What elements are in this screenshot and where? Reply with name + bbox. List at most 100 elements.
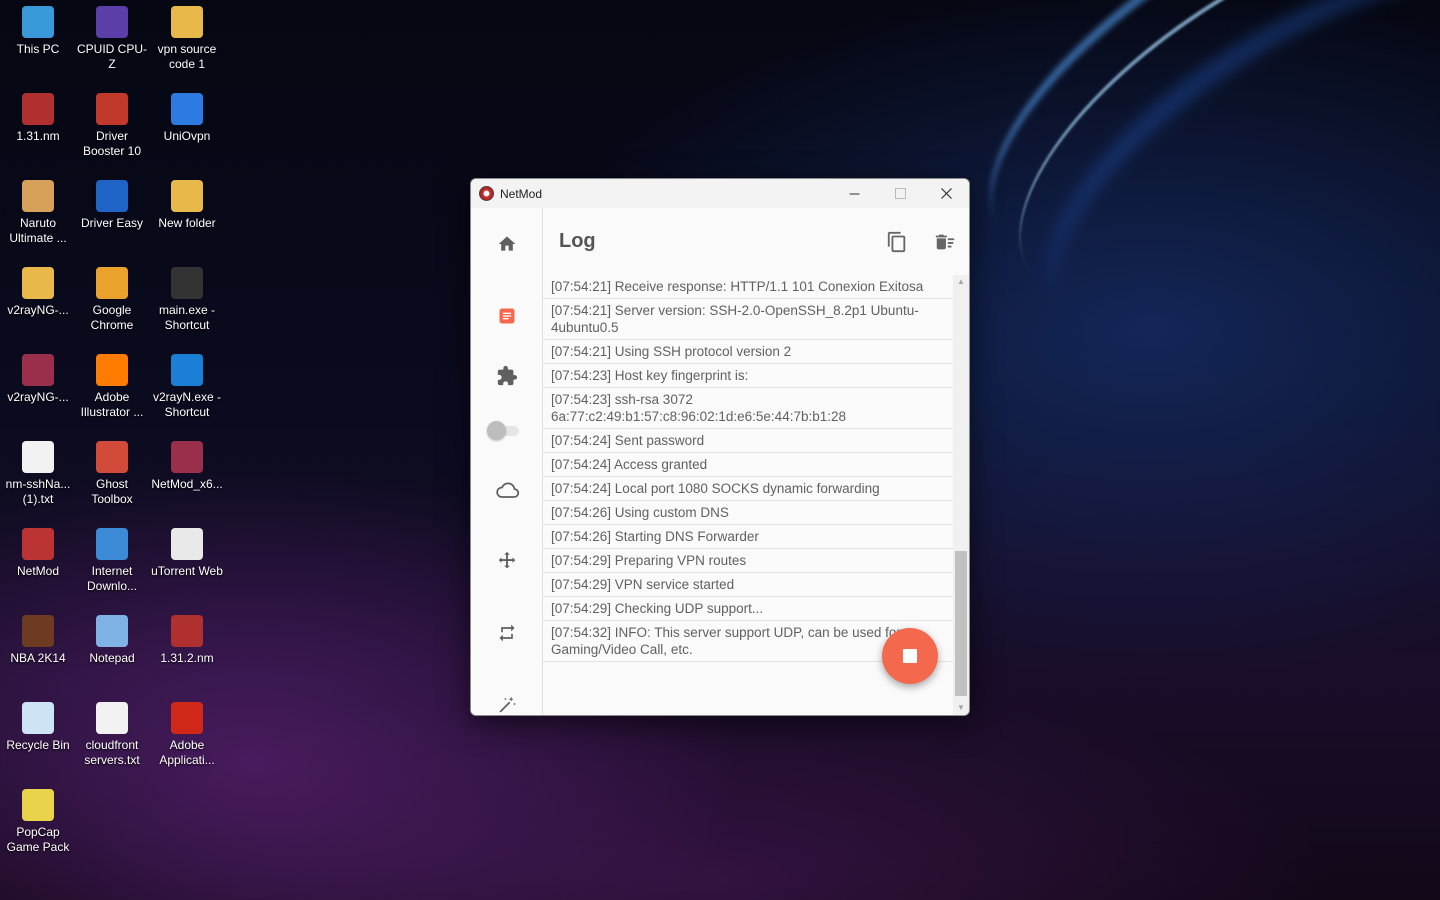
desktop-icon-label: NBA 2K14	[10, 651, 66, 665]
log-entry: [07:54:23] ssh-rsa 3072 6a:77:c2:49:b1:5…	[543, 388, 953, 429]
nav-log[interactable]	[471, 298, 543, 334]
desktop-icon-label: Naruto Ultimate ...	[9, 216, 67, 245]
archive-icon	[171, 441, 203, 473]
desktop-icon-label: Ghost Toolbox	[91, 477, 133, 506]
desktop-icon-label: PopCap Game Pack	[6, 825, 70, 854]
cpu-z-icon	[96, 6, 128, 38]
desktop-icon[interactable]: Google Chrome	[74, 261, 150, 341]
nav-move[interactable]	[471, 543, 543, 579]
desktop-icon[interactable]: vpn source code 1	[149, 0, 225, 80]
desktop-icon[interactable]: Adobe Applicati...	[149, 696, 225, 776]
copy-icon	[887, 231, 906, 252]
minimize-button[interactable]	[831, 179, 877, 208]
adobe-icon	[171, 702, 203, 734]
desktop-icon-label: Adobe Applicati...	[159, 738, 215, 767]
v2rayn-icon	[171, 354, 203, 386]
popcap-icon	[22, 789, 54, 821]
desktop-icon[interactable]: v2rayNG-...	[0, 348, 76, 428]
desktop-icon[interactable]: Driver Easy	[74, 174, 150, 254]
desktop-icon-label: vpn source code 1	[157, 42, 217, 71]
netmod-app-icon	[479, 186, 494, 201]
notepad-icon	[96, 615, 128, 647]
desktop-icon[interactable]: PopCap Game Pack	[0, 783, 76, 863]
desktop-icon[interactable]: NetMod_x6...	[149, 435, 225, 515]
page-header: Log	[543, 208, 969, 275]
close-icon	[940, 188, 952, 199]
scrollbar-thumb[interactable]	[955, 551, 967, 696]
desktop-icon[interactable]: Internet Downlo...	[74, 522, 150, 602]
log-entry: [07:54:29] Preparing VPN routes	[543, 549, 953, 573]
maximize-icon	[894, 188, 906, 199]
netmod-config-icon	[22, 93, 54, 125]
desktop-icon[interactable]: NetMod	[0, 522, 76, 602]
scroll-down-icon[interactable]: ▼	[953, 701, 969, 715]
desktop-icon[interactable]: CPUID CPU-Z	[74, 0, 150, 80]
desktop-icon-label: This PC	[16, 42, 60, 56]
desktop-icon[interactable]: cloudfront servers.txt	[74, 696, 150, 776]
recycle-bin-icon	[22, 702, 54, 734]
vpn-toggle[interactable]	[487, 421, 521, 440]
nav-extension[interactable]	[471, 358, 543, 394]
desktop-icon-label: NetMod	[16, 564, 60, 578]
desktop-icon[interactable]: 1.31.2.nm	[149, 609, 225, 689]
naruto-game-icon	[22, 180, 54, 212]
desktop-icon[interactable]: New folder	[149, 174, 225, 254]
wallpaper-streak	[930, 0, 1440, 341]
desktop-icon[interactable]: Naruto Ultimate ...	[0, 174, 76, 254]
desktop-icon-label: uTorrent Web	[151, 564, 223, 578]
desktop-icon[interactable]: Adobe Illustrator ...	[74, 348, 150, 428]
wallpaper-streak	[960, 0, 1440, 381]
copy-log-button[interactable]	[873, 218, 921, 266]
idm-icon	[96, 528, 128, 560]
desktop-icon[interactable]: This PC	[0, 0, 76, 80]
desktop-icon-label: NetMod_x6...	[151, 477, 223, 491]
repeat-icon	[499, 624, 515, 642]
close-button[interactable]	[923, 179, 969, 208]
computer-icon	[22, 6, 54, 38]
text-file-icon	[96, 702, 128, 734]
nav-magic[interactable]	[471, 687, 543, 715]
netmod-window: NetMod Log [07:54:21] Receive response: …	[470, 178, 970, 716]
desktop-icon-label: nm-sshNa... (1).txt	[5, 477, 71, 506]
window-title: NetMod	[500, 186, 543, 201]
desktop-icon[interactable]: uTorrent Web	[149, 522, 225, 602]
nba-game-icon	[22, 615, 54, 647]
driver-booster-icon	[96, 93, 128, 125]
folder-icon	[22, 267, 54, 299]
desktop-icon-label: Driver Booster 10	[82, 129, 142, 158]
desktop-icon[interactable]: UniOvpn	[149, 87, 225, 167]
desktop-icon-label: v2rayN.exe - Shortcut	[152, 390, 222, 419]
title-bar[interactable]: NetMod	[471, 179, 969, 208]
desktop-icon-label: cloudfront servers.txt	[84, 738, 140, 767]
desktop-icon[interactable]: v2rayNG-...	[0, 261, 76, 341]
maximize-button[interactable]	[877, 179, 923, 208]
log-entry: [07:54:24] Local port 1080 SOCKS dynamic…	[543, 477, 953, 501]
clear-all-icon	[935, 234, 955, 249]
ghost-toolbox-icon	[96, 441, 128, 473]
stop-button[interactable]	[882, 628, 938, 684]
desktop-icon[interactable]: v2rayN.exe - Shortcut	[149, 348, 225, 428]
desktop-icon[interactable]: 1.31.nm	[0, 87, 76, 167]
wallpaper-streak	[990, 0, 1440, 421]
nav-home[interactable]	[471, 226, 543, 262]
nav-repeat[interactable]	[471, 615, 543, 651]
cloud-icon	[496, 482, 520, 498]
log-scrollbar[interactable]: ▲ ▼	[953, 275, 969, 715]
desktop-icon[interactable]: NBA 2K14	[0, 609, 76, 689]
desktop-icon[interactable]: Driver Booster 10	[74, 87, 150, 167]
log-entry: [07:54:24] Sent password	[543, 429, 953, 453]
desktop-icon[interactable]: Ghost Toolbox	[74, 435, 150, 515]
move-icon	[498, 551, 516, 569]
desktop-icon-label: Google Chrome	[90, 303, 134, 332]
scroll-up-icon[interactable]: ▲	[953, 275, 969, 289]
log-entry: [07:54:26] Starting DNS Forwarder	[543, 525, 953, 549]
desktop-icon-label: 1.31.2.nm	[160, 651, 214, 665]
desktop-icon-label: main.exe - Shortcut	[158, 303, 216, 332]
clear-log-button[interactable]	[921, 218, 969, 266]
netmod-config-icon	[171, 615, 203, 647]
desktop-icon[interactable]: main.exe - Shortcut	[149, 261, 225, 341]
desktop-icon[interactable]: nm-sshNa... (1).txt	[0, 435, 76, 515]
desktop-icon[interactable]: Recycle Bin	[0, 696, 76, 776]
nav-cloud[interactable]	[471, 472, 543, 508]
desktop-icon[interactable]: Notepad	[74, 609, 150, 689]
